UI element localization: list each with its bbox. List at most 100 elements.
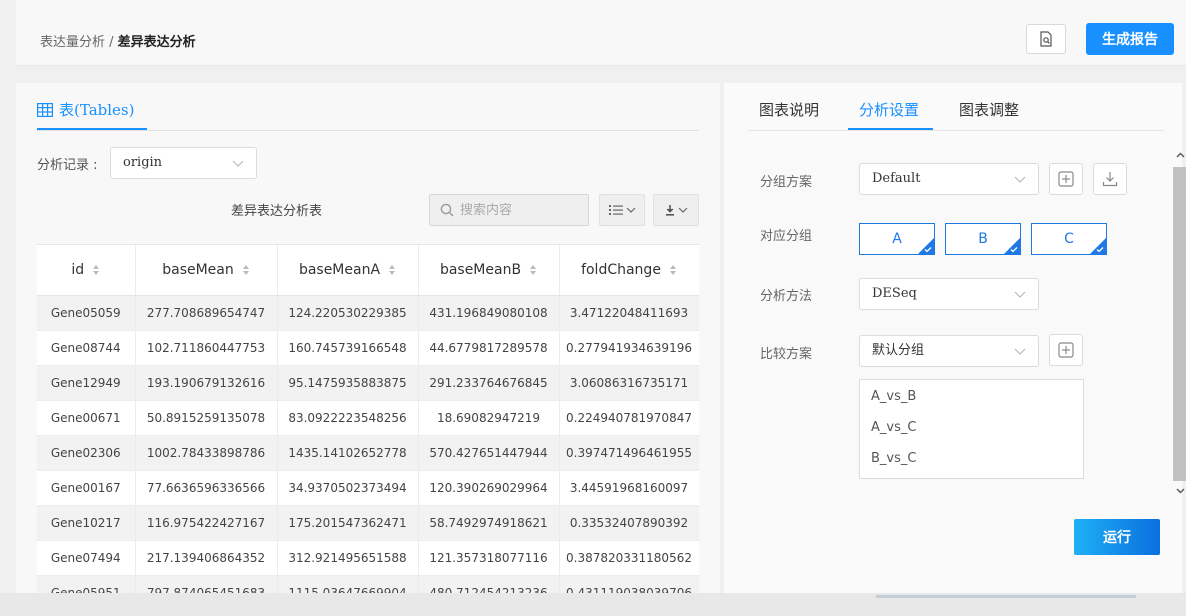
table-row[interactable]: Gene00167 77.6636596336566 34.937050237349… — [37, 470, 699, 506]
group-option-label: A — [892, 231, 902, 247]
sort-icon[interactable] — [92, 264, 100, 276]
table-cell: 120.390269029964 — [418, 470, 560, 506]
table-cell: Gene00167 — [37, 470, 136, 506]
table-cell: 570.427651447944 — [418, 435, 560, 471]
column-header-basemean[interactable]: baseMean — [135, 245, 278, 296]
group-option-c[interactable]: C — [1031, 223, 1107, 255]
analysis-record-value: origin — [123, 155, 163, 170]
table-cell: 18.69082947219 — [418, 400, 560, 436]
table-row[interactable]: Gene10217 116.975422427167 175.20154736247… — [37, 505, 699, 541]
table-cell: 95.1475935883875 — [277, 365, 419, 401]
column-header-basemeana[interactable]: baseMeanA — [277, 245, 419, 296]
tab-chart-description[interactable]: 图表说明 — [759, 99, 819, 120]
sort-icon[interactable] — [388, 264, 396, 276]
list-icon — [608, 205, 623, 215]
search-input[interactable] — [460, 202, 580, 218]
table-cell: 102.711860447753 — [135, 330, 278, 366]
table-cell: 312.921495651588 — [277, 540, 419, 576]
scroll-thumb[interactable] — [1173, 167, 1186, 481]
table-body: Gene05059 277.708689654747 124.22053022938… — [37, 295, 699, 593]
group-option-a[interactable]: A — [859, 223, 935, 255]
column-header-foldchange[interactable]: foldChange — [559, 245, 699, 296]
chevron-down-icon — [232, 160, 244, 167]
compare-item[interactable]: A_vs_B — [860, 386, 1083, 417]
table-cell: 0.33532407890392 — [559, 505, 699, 541]
breadcrumb-parent[interactable]: 表达量分析 — [40, 35, 105, 50]
compare-item[interactable]: B_vs_C — [860, 448, 1083, 479]
tab-tables[interactable]: 表(Tables) — [37, 99, 134, 120]
analysis-record-label: 分析记录 : — [37, 158, 98, 173]
table-cell: 217.139406864352 — [135, 540, 278, 576]
table-cell: Gene12949 — [37, 365, 136, 401]
table-cell: 77.6636596336566 — [135, 470, 278, 506]
chevron-down-icon — [1014, 176, 1026, 183]
column-header-label: baseMeanA — [298, 261, 381, 278]
table-row[interactable]: Gene02306 1002.78433898786 1435.1410265277… — [37, 435, 699, 471]
table-icon — [37, 102, 53, 117]
sort-icon[interactable] — [242, 264, 250, 276]
column-header-label: id — [71, 261, 85, 278]
tab-divider — [748, 130, 1164, 131]
group-label: 对应分组 — [760, 229, 813, 244]
column-header-label: baseMeanB — [439, 261, 522, 278]
analysis-method-select[interactable]: DESeq — [859, 278, 1039, 310]
table-row[interactable]: Gene08744 102.711860447753 160.74573916654… — [37, 330, 699, 366]
group-scheme-select[interactable]: Default — [859, 163, 1039, 195]
table-header-row: id baseMean baseMeanA baseMeanB foldChange — [37, 245, 699, 296]
tab-analysis-settings[interactable]: 分析设置 — [859, 99, 919, 120]
table-cell: 121.357318077116 — [418, 540, 560, 576]
horizontal-scroll-indicator[interactable] — [876, 595, 1136, 598]
column-header-basemeanb[interactable]: baseMeanB — [418, 245, 560, 296]
download-group-scheme-button[interactable] — [1093, 163, 1127, 195]
table-cell: 797.874065451683 — [135, 575, 278, 593]
download-button[interactable] — [653, 194, 699, 226]
sort-icon[interactable] — [529, 264, 537, 276]
compare-item[interactable]: A_vs_C — [860, 417, 1083, 448]
group-option-b[interactable]: B — [945, 223, 1021, 255]
table-cell: 0.387820331180562 — [559, 540, 699, 576]
table-panel: 表(Tables) 分析记录 : origin 差异表达分析表 搜索内容 id … — [16, 83, 720, 593]
table-cell: 291.233764676845 — [418, 365, 560, 401]
search-box[interactable] — [429, 194, 589, 226]
analysis-record-select[interactable]: origin — [110, 147, 257, 179]
table-cell: 3.47122048411693 — [559, 295, 699, 331]
table-cell: 44.6779817289578 — [418, 330, 560, 366]
table-row[interactable]: Gene05951 797.874065451683 1115.0364766990… — [37, 575, 699, 593]
page-header: 表达量分析 / 差异表达分析 生成报告 — [16, 0, 1186, 66]
settings-scrollbar[interactable] — [1172, 147, 1186, 499]
scroll-up-arrow-icon[interactable] — [1172, 147, 1186, 163]
table-cell: 277.708689654747 — [135, 295, 278, 331]
column-header-id[interactable]: id — [37, 245, 136, 296]
compare-scheme-select[interactable]: 默认分组 — [859, 335, 1039, 367]
add-compare-scheme-button[interactable] — [1049, 334, 1083, 366]
download-icon — [665, 205, 674, 216]
tab-chart-adjust[interactable]: 图表调整 — [959, 99, 1019, 120]
table-row[interactable]: Gene00671 50.8915259135078 83.092222354825… — [37, 400, 699, 436]
table-cell: Gene07494 — [37, 540, 136, 576]
document-search-icon — [1040, 31, 1052, 47]
table-cell: 83.0922223548256 — [277, 400, 419, 436]
settings-panel: 图表说明 分析设置 图表调整 分组方案 Default 对应分组 A B C 分… — [724, 83, 1186, 593]
sort-icon[interactable] — [669, 264, 677, 276]
tab-divider — [37, 130, 699, 131]
table-cell: 3.06086316735171 — [559, 365, 699, 401]
column-list-button[interactable] — [599, 194, 645, 226]
analysis-settings-form: 分组方案 Default 对应分组 A B C 分析方法 DESeq 比较方案 … — [748, 145, 1186, 505]
table-row[interactable]: Gene12949 193.190679132616 95.147593588387… — [37, 365, 699, 401]
table-row[interactable]: Gene07494 217.139406864352 312.92149565158… — [37, 540, 699, 576]
add-group-scheme-button[interactable] — [1049, 163, 1083, 195]
table-cell: 58.7492974918621 — [418, 505, 560, 541]
document-preview-button[interactable] — [1026, 24, 1066, 54]
table-cell: 50.8915259135078 — [135, 400, 278, 436]
compare-scheme-value: 默认分组 — [872, 343, 925, 358]
gene-table: id baseMean baseMeanA baseMeanB foldChange G… — [37, 244, 699, 593]
tab-tables-label: 表(Tables) — [59, 101, 135, 119]
table-cell: 0.224940781970847 — [559, 400, 699, 436]
generate-report-button[interactable]: 生成报告 — [1086, 23, 1174, 55]
table-row[interactable]: Gene05059 277.708689654747 124.22053022938… — [37, 295, 699, 331]
table-cell: 1002.78433898786 — [135, 435, 278, 471]
run-button[interactable]: 运行 — [1074, 519, 1160, 555]
plus-square-icon — [1058, 342, 1074, 358]
scroll-down-arrow-icon[interactable] — [1172, 483, 1186, 499]
analysis-method-label: 分析方法 — [760, 289, 813, 304]
